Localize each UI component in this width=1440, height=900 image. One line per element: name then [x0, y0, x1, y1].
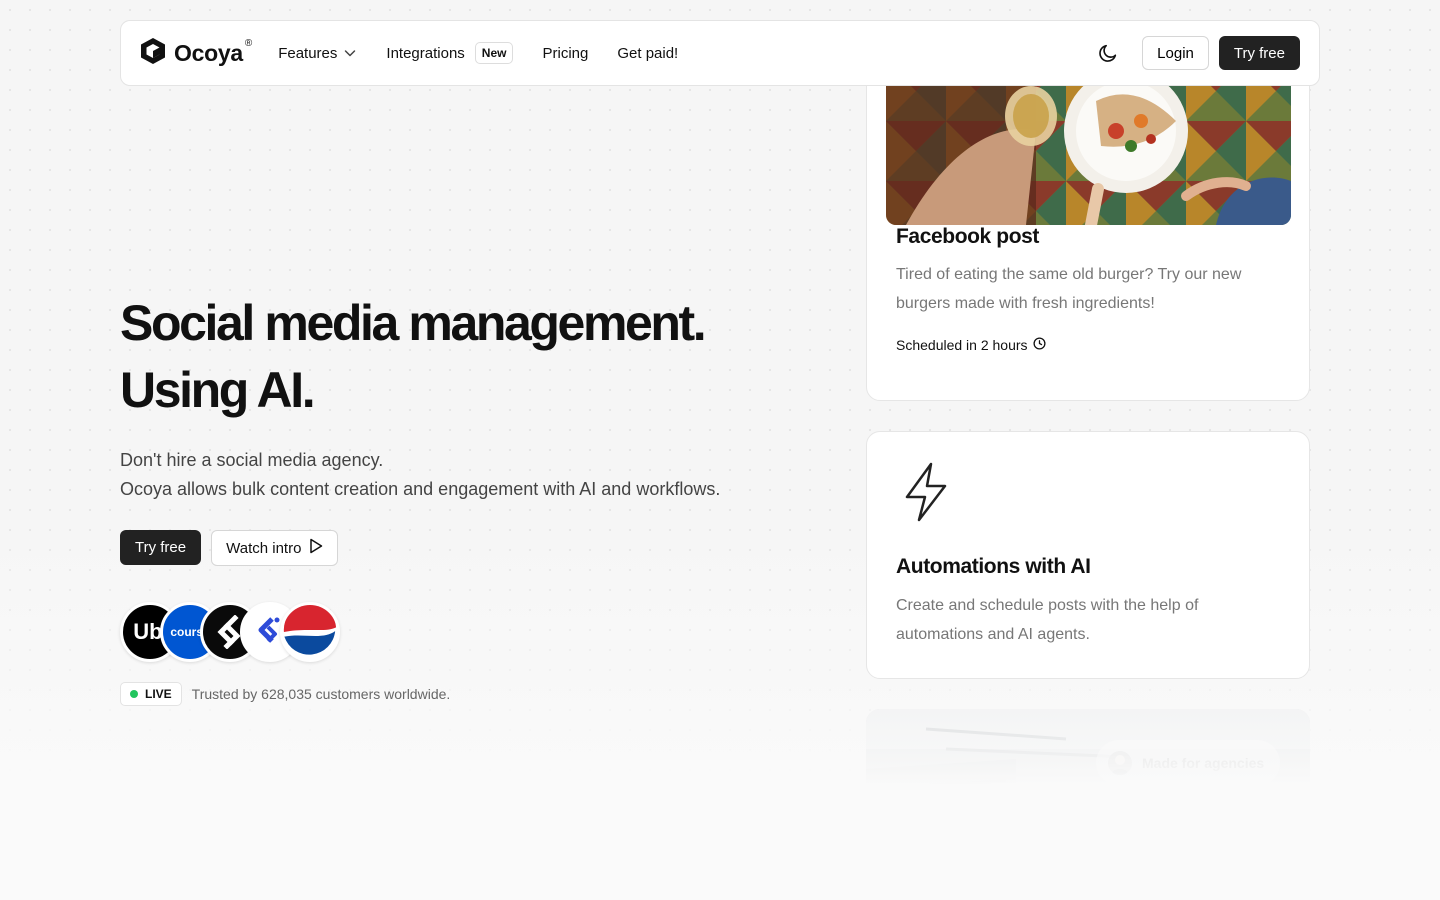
- made-for-agencies-pill: Made for agencies: [1096, 740, 1281, 786]
- hero-title-line1: Social media management.: [120, 295, 707, 351]
- try-free-button[interactable]: Try free: [120, 530, 202, 565]
- nav-features-label: Features: [278, 44, 338, 62]
- nav-actions: Login Try free: [1096, 36, 1300, 70]
- logo[interactable]: Ocoya ®: [140, 37, 252, 70]
- facebook-post-title: Facebook post: [896, 225, 1039, 248]
- trust-row: LIVE Trusted by 628,035 customers worldw…: [120, 682, 820, 706]
- facebook-post-text: Tired of eating the same old burger? Try…: [896, 266, 1242, 312]
- avatar: [1108, 751, 1132, 775]
- hero-sub-line1: Don't hire a social media agency.: [120, 450, 384, 470]
- play-icon: [309, 538, 323, 558]
- trusted-text: Trusted by 628,035 customers worldwide.: [191, 686, 451, 702]
- customer-logos: Ube course: [120, 602, 820, 662]
- hero-subtitle: Don't hire a social media agency. Ocoya …: [120, 446, 820, 504]
- cube-logo-icon: [140, 37, 166, 70]
- nav-integrations[interactable]: Integrations New: [386, 42, 514, 64]
- automations-card[interactable]: Automations with AI Create and schedule …: [866, 431, 1310, 679]
- hero-title-line2: Using AI.: [120, 362, 316, 418]
- watch-intro-label: Watch intro: [226, 539, 302, 557]
- live-badge: LIVE: [120, 682, 182, 706]
- logo-text: Ocoya: [174, 39, 243, 66]
- nav-integrations-label: Integrations: [386, 44, 465, 62]
- pepsi-logo: [280, 602, 340, 662]
- chevron-down-icon: [343, 46, 357, 60]
- hero-sub-line2: Ocoya allows bulk content creation and e…: [120, 479, 721, 499]
- hero-section: Social media management. Using AI. Don't…: [120, 290, 820, 706]
- top-navbar: Ocoya ® Features Integrations New Pricin…: [120, 20, 1320, 86]
- automations-title: Automations with AI: [896, 555, 1091, 578]
- schedule-status: Scheduled in 2 hours: [896, 337, 1046, 353]
- office-image: [866, 709, 1310, 900]
- automations-text: Create and schedule posts with the help …: [896, 597, 1199, 643]
- nav-features[interactable]: Features: [278, 45, 357, 62]
- new-badge: New: [474, 42, 514, 64]
- live-label: LIVE: [145, 687, 172, 701]
- login-button[interactable]: Login: [1142, 36, 1209, 70]
- made-for-agencies-label: Made for agencies: [1142, 755, 1265, 771]
- try-free-nav-button[interactable]: Try free: [1218, 36, 1300, 70]
- live-dot-icon: [130, 690, 138, 698]
- pepsi-globe-icon: [283, 605, 337, 659]
- hero-buttons: Try free Watch intro: [120, 530, 820, 566]
- moon-icon[interactable]: [1096, 41, 1120, 65]
- nav-links: Features Integrations New Pricing Get pa…: [278, 42, 707, 64]
- lightning-bolt-icon: [901, 462, 951, 527]
- registered-mark: ®: [244, 37, 253, 49]
- schedule-label: Scheduled in 2 hours: [896, 337, 1028, 353]
- nav-pricing-label: Pricing: [542, 44, 589, 62]
- agencies-card[interactable]: Made for agencies: [866, 709, 1310, 900]
- nav-get-paid-label: Get paid!: [617, 44, 679, 62]
- nav-get-paid[interactable]: Get paid!: [617, 45, 678, 62]
- watch-intro-button[interactable]: Watch intro: [211, 530, 339, 566]
- hero-title: Social media management. Using AI.: [120, 290, 820, 424]
- nav-pricing[interactable]: Pricing: [542, 45, 588, 62]
- clock-icon: [1033, 337, 1046, 353]
